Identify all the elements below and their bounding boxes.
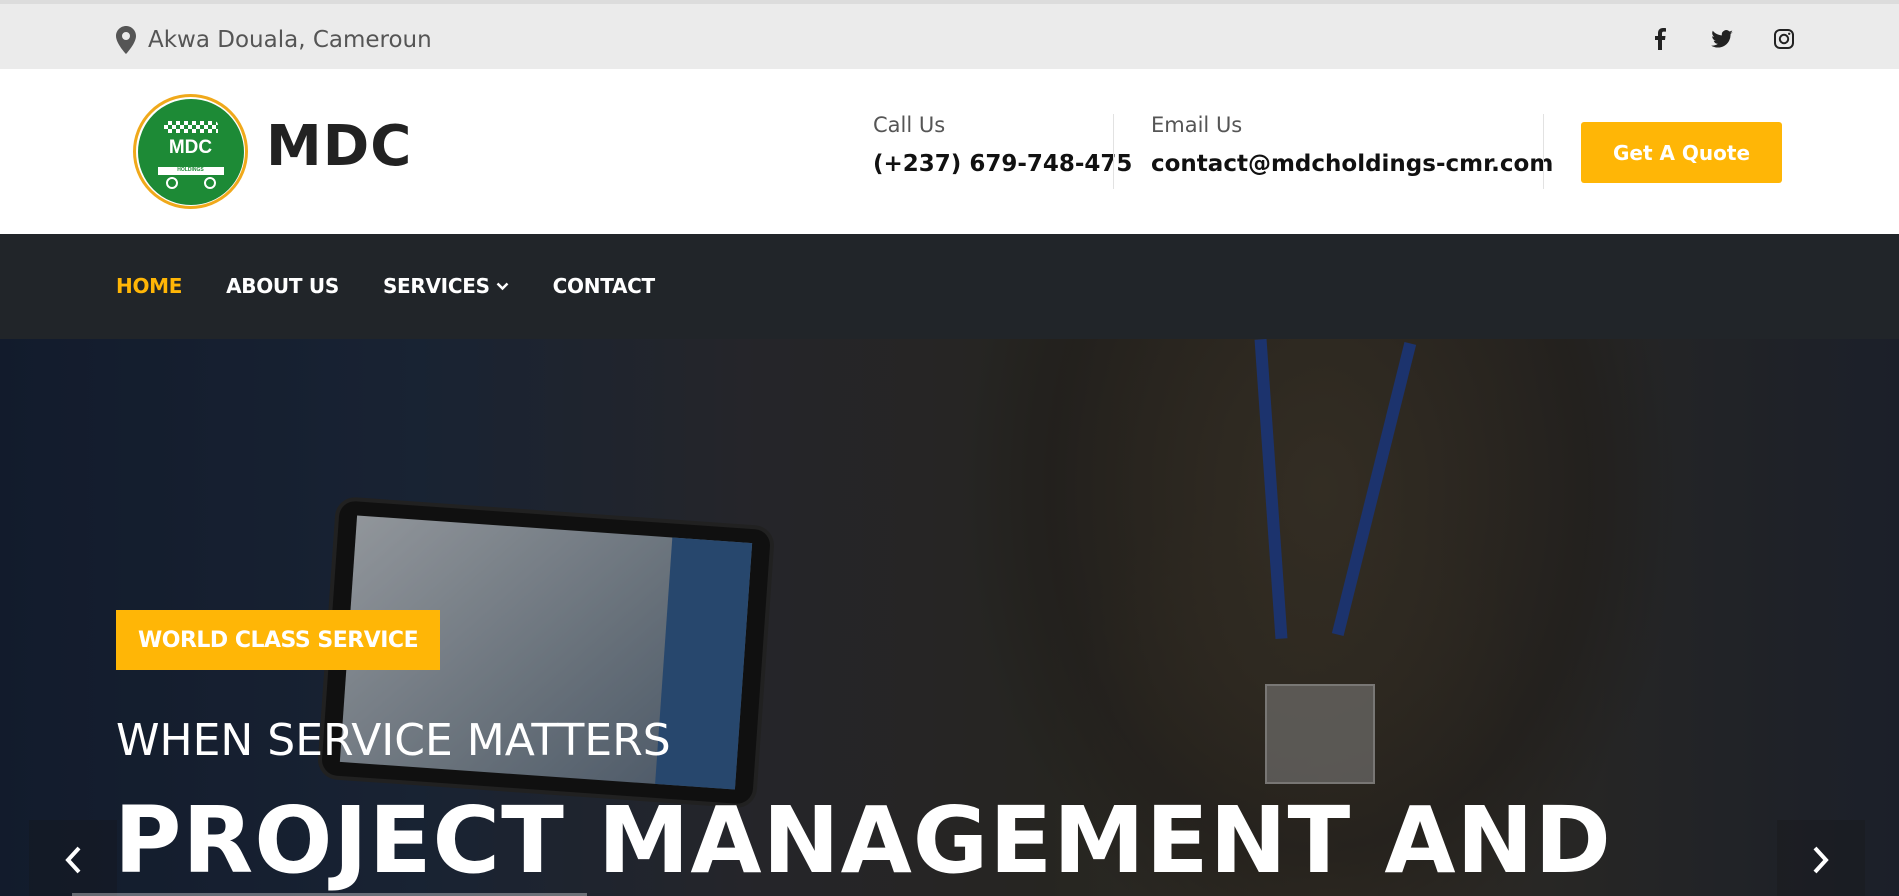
logo-subtext: HOLDINGS (177, 166, 204, 173)
prev-slide-button[interactable] (29, 820, 117, 896)
chevron-right-icon (1813, 846, 1829, 874)
map-pin-icon (116, 26, 136, 54)
nav-item-label: CONTACT (552, 274, 656, 298)
email-address[interactable]: contact@mdcholdings-cmr.com (1151, 151, 1553, 177)
hero-slider: WORLD CLASS SERVICE WHEN SERVICE MATTERS… (0, 339, 1899, 896)
call-us: Call Us (+237) 679-748-475 (873, 113, 1132, 177)
divider (1113, 114, 1114, 189)
page: Akwa Douala, Cameroun MDC HOLDINGS MDC C… (0, 0, 1899, 896)
chevron-left-icon (65, 846, 81, 874)
chevron-down-icon (496, 282, 509, 290)
nav-item-services[interactable]: SERVICES (383, 274, 509, 298)
instagram-icon[interactable] (1773, 28, 1795, 50)
location-text: Akwa Douala, Cameroun (148, 27, 432, 53)
hero-subtitle: WHEN SERVICE MATTERS (116, 715, 671, 766)
twitter-icon[interactable] (1711, 28, 1733, 50)
logo-text: MDC (168, 136, 213, 158)
hero-tag: WORLD CLASS SERVICE (116, 610, 441, 670)
top-bar: Akwa Douala, Cameroun (0, 0, 1899, 69)
email-label: Email Us (1151, 113, 1243, 137)
nav-item-contact[interactable]: CONTACT (552, 274, 656, 298)
site-header: MDC HOLDINGS MDC Call Us (+237) 679-748-… (0, 69, 1899, 234)
social-links (1649, 28, 1795, 50)
nav-item-label: HOME (116, 274, 183, 298)
brand-name[interactable]: MDC (266, 114, 412, 179)
email-us: Email Us contact@mdcholdings-cmr.com (1151, 113, 1553, 177)
get-quote-button[interactable]: Get A Quote (1581, 122, 1782, 183)
nav-item-home[interactable]: HOME (116, 274, 182, 298)
location: Akwa Douala, Cameroun (116, 26, 432, 54)
call-label: Call Us (873, 113, 946, 137)
nav-item-label: SERVICES (382, 274, 490, 298)
divider (1543, 114, 1544, 189)
next-slide-button[interactable] (1777, 820, 1865, 896)
hero-headline: PROJECT MANAGEMENT AND (114, 787, 1612, 894)
nav-item-label: ABOUT US (226, 274, 339, 298)
facebook-icon[interactable] (1649, 28, 1671, 50)
nav-item-about-us[interactable]: ABOUT US (226, 274, 339, 298)
logo[interactable]: MDC HOLDINGS (133, 94, 248, 209)
phone-number[interactable]: (+237) 679-748-475 (873, 151, 1132, 177)
main-nav: HOME ABOUT US SERVICES CONTACT (0, 234, 1899, 339)
